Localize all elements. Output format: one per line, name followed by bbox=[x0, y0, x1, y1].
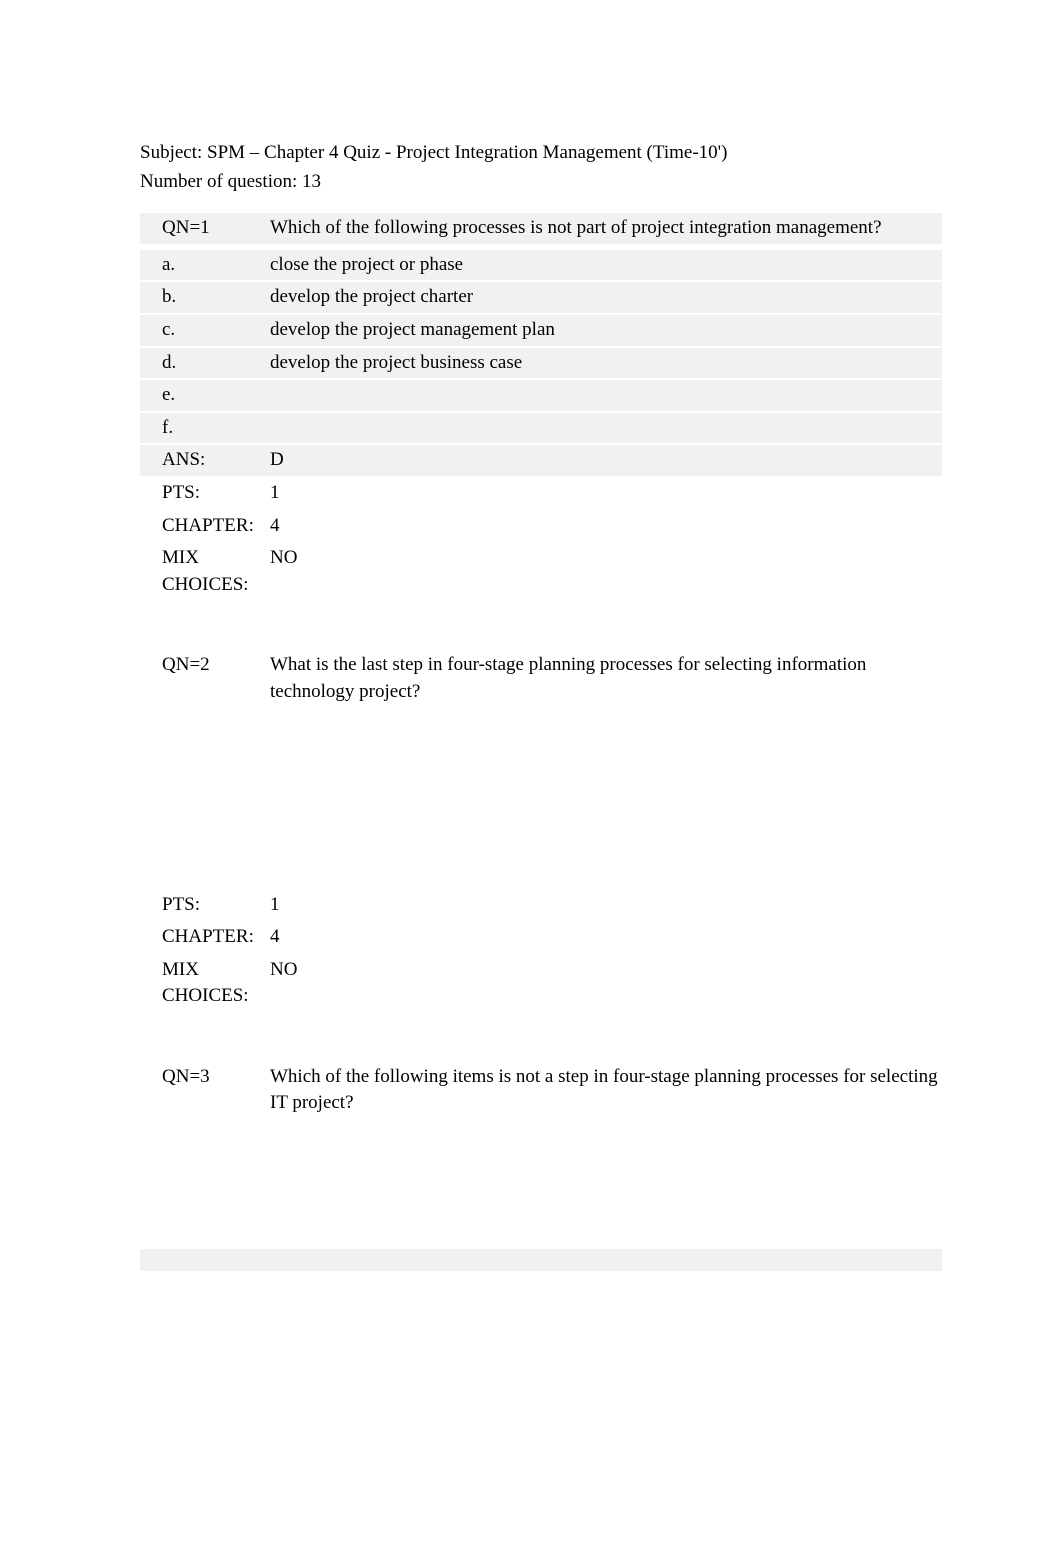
q2-mix-row: MIX CHOICES: NO bbox=[140, 955, 942, 1012]
q2-qn-label: QN=2 bbox=[140, 650, 270, 681]
q1-pts-row: PTS: 1 bbox=[140, 478, 942, 509]
q1-e-text bbox=[270, 380, 942, 384]
q1-a-label: a. bbox=[140, 250, 270, 281]
q1-question-row: QN=1 Which of the following processes is… bbox=[140, 213, 942, 244]
q1-mix-row: MIX CHOICES: NO bbox=[140, 543, 942, 600]
q2-chapter-value: 4 bbox=[270, 922, 942, 953]
q2-question-row: QN=2 What is the last step in four-stage… bbox=[140, 650, 942, 707]
q2-pts-label: PTS: bbox=[140, 890, 270, 921]
q1-mix-value: NO bbox=[270, 543, 942, 574]
q1-option-d: d. develop the project business case bbox=[140, 348, 942, 379]
q1-answer-row: ANS: D bbox=[140, 445, 942, 476]
q2-question-text: What is the last step in four-stage plan… bbox=[270, 650, 942, 707]
q1-question-text: Which of the following processes is not … bbox=[270, 213, 942, 244]
q1-d-label: d. bbox=[140, 348, 270, 379]
number-of-question: Number of question: 13 bbox=[140, 169, 942, 196]
q1-ans-label: ANS: bbox=[140, 445, 270, 476]
q1-c-text: develop the project management plan bbox=[270, 315, 942, 346]
question-2: QN=2 What is the last step in four-stage… bbox=[140, 650, 942, 1012]
q1-qn-label: QN=1 bbox=[140, 213, 270, 244]
q1-d-text: develop the project business case bbox=[270, 348, 942, 379]
q3-qn-label: QN=3 bbox=[140, 1062, 270, 1093]
q3-question-row: QN=3 Which of the following items is not… bbox=[140, 1062, 942, 1119]
subject-line: Subject: SPM – Chapter 4 Quiz - Project … bbox=[140, 140, 942, 167]
q1-option-a: a. close the project or phase bbox=[140, 250, 942, 281]
q2-mix-label: MIX CHOICES: bbox=[140, 955, 270, 1012]
q2-chapter-label: CHAPTER: bbox=[140, 922, 270, 953]
q2-chapter-row: CHAPTER: 4 bbox=[140, 922, 942, 953]
q1-f-label: f. bbox=[140, 413, 270, 444]
q1-f-text bbox=[270, 413, 942, 417]
question-3: QN=3 Which of the following items is not… bbox=[140, 1062, 942, 1119]
q1-b-text: develop the project charter bbox=[270, 282, 942, 313]
q1-option-c: c. develop the project management plan bbox=[140, 315, 942, 346]
q1-b-label: b. bbox=[140, 282, 270, 313]
q2-pts-row: PTS: 1 bbox=[140, 890, 942, 921]
q1-ans-value: D bbox=[270, 445, 942, 476]
q2-pts-value: 1 bbox=[270, 890, 942, 921]
q1-chapter-value: 4 bbox=[270, 511, 942, 542]
q1-chapter-label: CHAPTER: bbox=[140, 511, 270, 542]
q3-question-text: Which of the following items is not a st… bbox=[270, 1062, 942, 1119]
q1-option-e: e. bbox=[140, 380, 942, 411]
q1-a-text: close the project or phase bbox=[270, 250, 942, 281]
q1-pts-label: PTS: bbox=[140, 478, 270, 509]
q1-chapter-row: CHAPTER: 4 bbox=[140, 511, 942, 542]
q1-mix-label: MIX CHOICES: bbox=[140, 543, 270, 600]
q2-mix-value: NO bbox=[270, 955, 942, 986]
q1-e-label: e. bbox=[140, 380, 270, 411]
q1-option-f: f. bbox=[140, 413, 942, 444]
q1-pts-value: 1 bbox=[270, 478, 942, 509]
q1-option-b: b. develop the project charter bbox=[140, 282, 942, 313]
bottom-shaded-bar bbox=[140, 1249, 942, 1271]
question-1: QN=1 Which of the following processes is… bbox=[140, 213, 942, 600]
q1-c-label: c. bbox=[140, 315, 270, 346]
